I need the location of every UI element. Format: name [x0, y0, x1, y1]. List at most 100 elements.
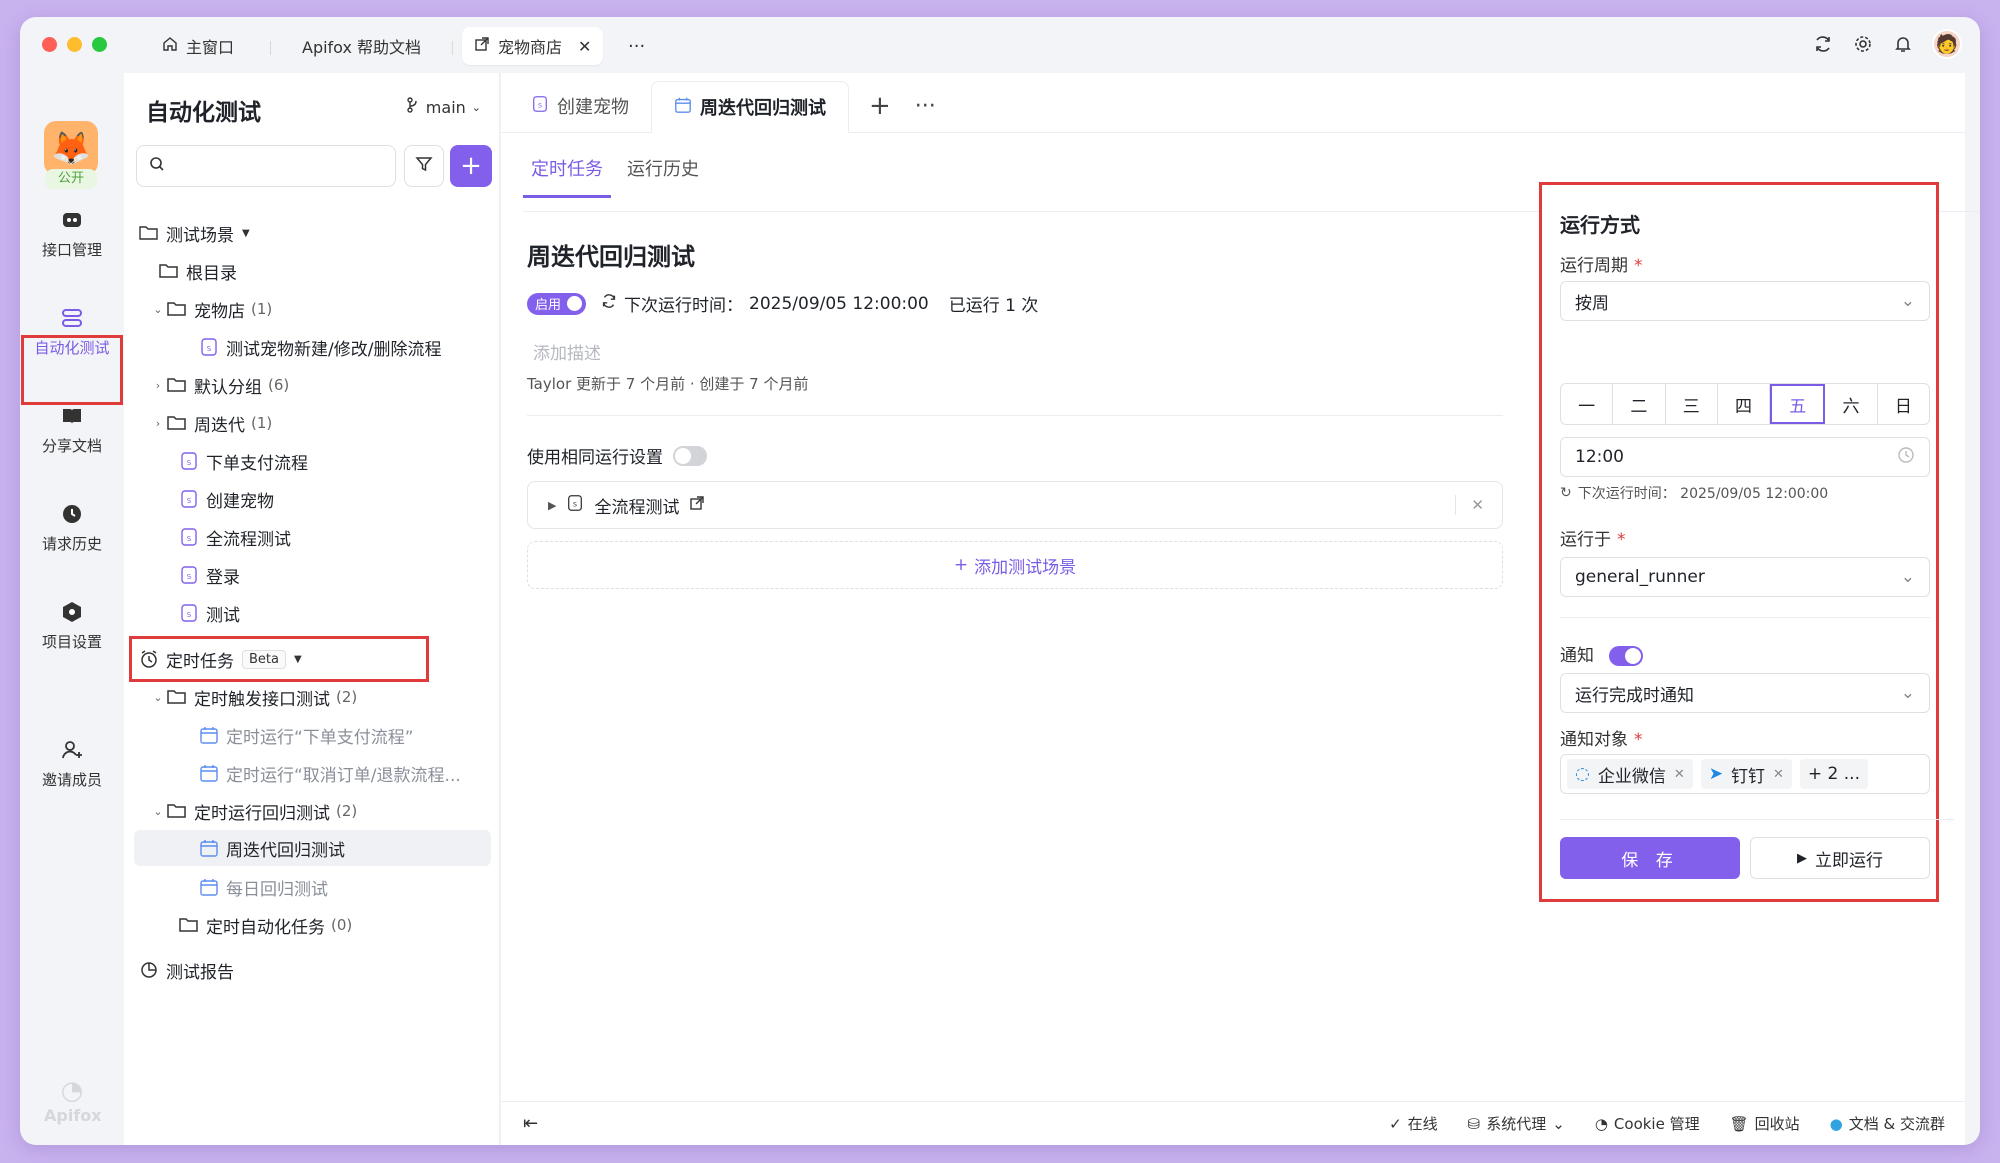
window-tab-petstore[interactable]: 宠物商店 ✕ [462, 27, 604, 65]
day-sun[interactable]: 日 [1878, 384, 1929, 424]
sync-icon [600, 292, 618, 315]
chevron-down-icon[interactable]: ⌄ [150, 691, 166, 704]
remove-tag-icon[interactable]: ✕ [1674, 767, 1685, 782]
tree-folder-regress[interactable]: ⌄ 定时运行回归测试 (2) [124, 793, 499, 829]
day-mon[interactable]: 一 [1561, 384, 1614, 424]
search-field[interactable] [136, 145, 396, 187]
tree-item-cron-cancel[interactable]: 定时运行“取消订单/退款流程... [124, 755, 499, 791]
tree-folder-trigger[interactable]: ⌄ 定时触发接口测试 (2) [124, 679, 499, 715]
notify-target-label: 通知对象 [1560, 730, 1628, 750]
status-label: 文档 & 交流群 [1848, 1115, 1945, 1133]
cookie-icon: ◔ [1594, 1114, 1608, 1133]
remove-tag-icon[interactable]: ✕ [1773, 767, 1784, 782]
tree-item-create[interactable]: S 创建宠物 [124, 481, 499, 517]
status-online[interactable]: ✓ 在线 [1389, 1113, 1438, 1134]
section-test-report[interactable]: 测试报告 [124, 952, 499, 988]
status-recycle[interactable]: 🗑 回收站 [1730, 1113, 1800, 1134]
subtab-cron[interactable]: 定时任务 [523, 155, 611, 198]
tree-folder-iteration[interactable]: › 周迭代 (1) [124, 405, 499, 441]
clock-icon [1897, 446, 1915, 469]
divider [1455, 495, 1456, 515]
chevron-right-icon[interactable]: › [150, 379, 166, 392]
search-input[interactable] [173, 157, 373, 175]
close-tab-icon[interactable]: ✕ [578, 37, 591, 56]
tab-label: 周迭代回归测试 [700, 98, 826, 119]
same-settings-toggle[interactable] [673, 445, 707, 466]
nav-label: 请求历史 [41, 535, 102, 553]
day-tue[interactable]: 二 [1613, 384, 1666, 424]
day-sat[interactable]: 六 [1825, 384, 1878, 424]
save-button[interactable]: 保 存 [1560, 837, 1740, 879]
external-link-icon[interactable] [689, 495, 705, 516]
notify-when-select[interactable]: 运行完成时通知 ⌄ [1560, 673, 1930, 713]
tree-item-login[interactable]: S 登录 [124, 557, 499, 593]
minimize-window-button[interactable] [67, 37, 82, 52]
tree-folder-auto[interactable]: 定时自动化任务 (0) [124, 907, 499, 943]
tree-item-weekly-selected[interactable]: 周迭代回归测试 [134, 830, 491, 866]
expand-arrow-icon[interactable]: ▶ [548, 499, 556, 512]
filter-button[interactable] [404, 145, 444, 187]
next-run-text: 下次运行时间： 2025/09/05 12:00:00 [1577, 486, 1829, 502]
chevron-right-icon[interactable]: › [150, 417, 166, 430]
home-icon [162, 36, 178, 56]
tree-item-daily[interactable]: 每日回归测试 [124, 869, 499, 905]
nav-invite-members[interactable]: 邀请成员 [20, 737, 124, 790]
tree-item-cron-order[interactable]: 定时运行“下单支付流程” [124, 717, 499, 753]
tab-weekly-regression[interactable]: 周迭代回归测试 [651, 81, 849, 133]
project-logo[interactable]: 🦊 [44, 121, 98, 175]
more-tabs-icon[interactable]: ··· [915, 80, 936, 132]
time-picker[interactable]: 12:00 [1560, 437, 1930, 477]
window-tab-help[interactable]: Apifox 帮助文档 [290, 27, 433, 65]
tab-create-pet[interactable]: S 创建宠物 [509, 80, 651, 132]
chevron-down-icon[interactable]: ⌄ [150, 805, 166, 818]
add-scene-button[interactable]: + 添加测试场景 [527, 541, 1503, 589]
more-targets-tag[interactable]: + 2 ... [1799, 759, 1868, 789]
runner-select[interactable]: general_runner ⌄ [1560, 557, 1930, 597]
add-button[interactable]: + [450, 145, 492, 187]
close-window-button[interactable] [42, 37, 57, 52]
nav-request-history[interactable]: 请求历史 [20, 501, 124, 554]
nav-share-docs[interactable]: 分享文档 [20, 403, 124, 456]
tree-item-order[interactable]: S 下单支付流程 [124, 443, 499, 479]
cycle-select[interactable]: 按周 ⌄ [1560, 281, 1930, 321]
notify-label-row: 通知 [1560, 641, 1644, 666]
status-cookie[interactable]: ◔ Cookie 管理 [1595, 1113, 1700, 1134]
notify-toggle[interactable] [1609, 646, 1644, 666]
tree-folder-default[interactable]: › 默认分组 (6) [124, 367, 499, 403]
scene-icon: S [531, 95, 549, 118]
add-tab-button[interactable]: + [869, 80, 891, 132]
collapse-sidebar-icon[interactable]: ⇤ [523, 1113, 538, 1134]
enabled-toggle[interactable]: 启用 [527, 292, 587, 315]
scene-row[interactable]: ▶ S 全流程测试 ✕ [527, 481, 1503, 529]
status-proxy[interactable]: ⛁ 系统代理 ⌄ [1468, 1113, 1565, 1134]
chevron-down-icon[interactable]: ⌄ [150, 303, 166, 316]
user-avatar[interactable]: 🧑 [1932, 29, 1962, 59]
subtab-history[interactable]: 运行历史 [619, 155, 707, 198]
day-fri-selected[interactable]: 五 [1770, 384, 1826, 424]
run-now-button[interactable]: ▶ 立即运行 [1750, 837, 1930, 879]
refresh-icon[interactable] [1812, 33, 1834, 55]
tree-root[interactable]: 根目录 [124, 253, 499, 289]
tree-item-test[interactable]: S 测试 [124, 595, 499, 631]
day-thu[interactable]: 四 [1718, 384, 1771, 424]
remove-scene-icon[interactable]: ✕ [1471, 496, 1484, 514]
bell-icon[interactable] [1892, 33, 1914, 55]
tab-divider [270, 41, 271, 55]
more-tabs-button[interactable]: ··· [616, 27, 657, 65]
description-placeholder[interactable]: 添加描述 [533, 339, 601, 364]
tree-item-fullflow[interactable]: S 全流程测试 [124, 519, 499, 555]
section-test-scenes[interactable]: 测试场景 ▼ [124, 215, 499, 251]
status-docs[interactable]: ● 文档 & 交流群 [1830, 1113, 1945, 1134]
window-tab-main[interactable]: 主窗口 [150, 27, 246, 65]
window-tab-label: Apifox 帮助文档 [302, 38, 422, 57]
notify-target-select[interactable]: ◌ 企业微信 ✕ ➤ 钉钉 ✕ + 2 ... [1560, 754, 1930, 794]
nav-project-settings[interactable]: 项目设置 [20, 599, 124, 652]
tree-folder-petstore[interactable]: ⌄ 宠物店 (1) [124, 291, 499, 327]
notify-when-value: 运行完成时通知 [1575, 685, 1694, 706]
maximize-window-button[interactable] [92, 37, 107, 52]
day-wed[interactable]: 三 [1666, 384, 1718, 424]
tree-item-petflow[interactable]: S 测试宠物新建/修改/删除流程 [124, 329, 499, 365]
branch-selector[interactable]: main ⌄ [406, 97, 481, 117]
nav-api-management[interactable]: 接口管理 [20, 207, 124, 260]
gear-icon[interactable] [1852, 33, 1874, 55]
